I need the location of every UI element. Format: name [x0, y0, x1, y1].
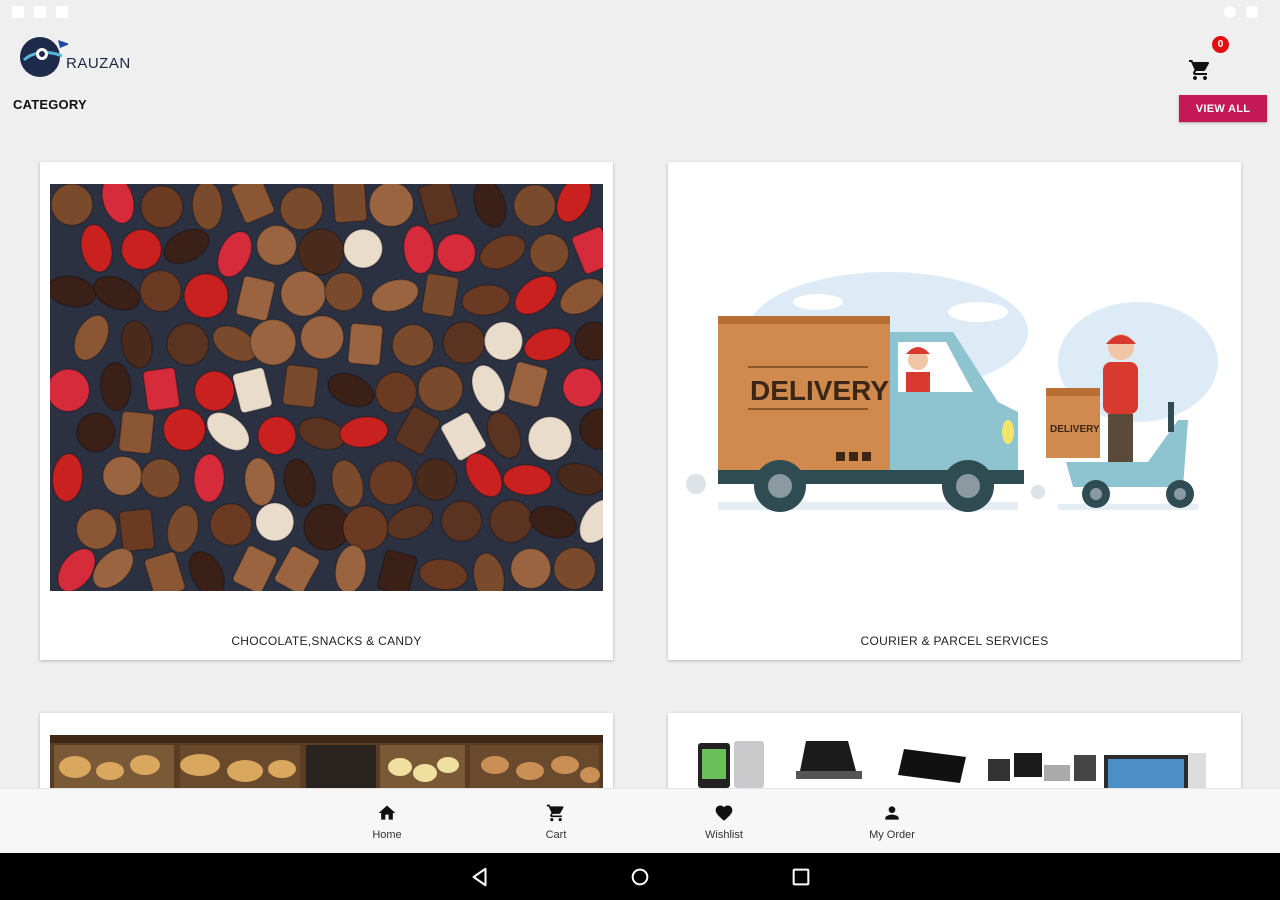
system-navigation-bar	[0, 853, 1280, 900]
category-card-courier[interactable]: DELIVERY DELIVERY COURIER & PARCEL SERVI…	[668, 162, 1241, 660]
truck-delivery-text: DELIVERY	[750, 375, 889, 406]
cart-count-badge: 0	[1212, 36, 1229, 53]
view-all-button[interactable]: VIEW ALL	[1179, 95, 1267, 122]
heart-icon	[715, 805, 733, 821]
bottom-navigation: Home Cart Wishlist My Order	[0, 788, 1280, 853]
nav-wishlist[interactable]: Wishlist	[684, 803, 764, 841]
sim-icon	[12, 6, 24, 18]
home-icon	[378, 805, 396, 820]
nav-home[interactable]: Home	[347, 803, 427, 841]
brand-logo[interactable]: RAUZAN	[18, 34, 131, 80]
nav-home-label: Home	[372, 829, 402, 841]
chocolates-image	[50, 184, 603, 591]
category-card-chocolate[interactable]: CHOCOLATE,SNACKS & CANDY	[40, 162, 613, 660]
nav-my-order[interactable]: My Order	[852, 803, 932, 841]
nuts-image	[50, 735, 603, 788]
globe-logo-icon	[20, 37, 68, 77]
electronics-image	[688, 737, 1218, 788]
category-label: COURIER & PARCEL SERVICES	[860, 634, 1049, 648]
delivery-image: DELIVERY DELIVERY	[678, 242, 1231, 542]
category-card-electronics[interactable]	[668, 713, 1241, 788]
nav-cart-label: Cart	[545, 829, 567, 841]
status-bar	[0, 0, 1280, 24]
nav-my-order-label: My Order	[869, 829, 915, 841]
category-heading: CATEGORY	[13, 97, 87, 112]
cart-icon[interactable]	[1188, 58, 1212, 82]
status-icons-right	[1224, 6, 1268, 18]
back-icon[interactable]	[469, 866, 491, 888]
home-circle-icon[interactable]	[629, 866, 651, 888]
category-card-dry-fruits[interactable]	[40, 713, 613, 788]
status-icons-left	[12, 6, 68, 18]
category-label: CHOCOLATE,SNACKS & CANDY	[231, 634, 422, 648]
brand-name: RAUZAN	[66, 54, 131, 72]
box-delivery-text: DELIVERY	[1050, 424, 1100, 435]
recents-icon[interactable]	[790, 866, 812, 888]
notification-icon	[34, 6, 46, 18]
nav-cart[interactable]: Cart	[516, 803, 596, 841]
person-icon	[885, 806, 899, 820]
battery-icon	[1246, 6, 1258, 18]
nav-wishlist-label: Wishlist	[705, 829, 743, 841]
download-icon	[56, 6, 68, 18]
wifi-icon	[1224, 6, 1236, 18]
cart-icon	[546, 804, 564, 822]
